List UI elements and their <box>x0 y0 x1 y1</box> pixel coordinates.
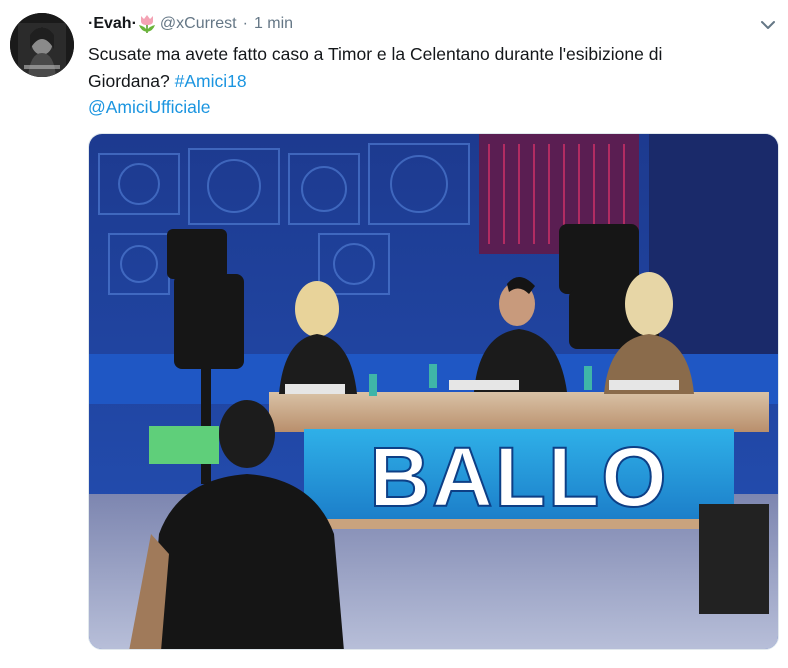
tweet-media-photo[interactable]: BALLO <box>88 133 779 650</box>
user-handle[interactable]: @xCurrest <box>160 15 237 33</box>
mention-line: @AmiciUfficiale <box>88 95 210 119</box>
tulip-icon <box>138 14 156 34</box>
tweet-text: Scusate ma avete fatto caso a Timor e la… <box>88 41 748 95</box>
tv-studio-photo: BALLO <box>89 134 778 649</box>
header-separator: · <box>242 15 248 32</box>
chevron-down-icon[interactable] <box>756 14 780 36</box>
tweet-timestamp[interactable]: 1 min <box>254 15 293 33</box>
avatar[interactable] <box>10 13 74 77</box>
display-name[interactable]: ·Evah· <box>88 15 137 33</box>
avatar-image <box>10 13 74 77</box>
desk-sign-text: BALLO <box>369 430 668 524</box>
hashtag-link[interactable]: #Amici18 <box>175 71 247 91</box>
mention-link[interactable]: @AmiciUfficiale <box>88 97 210 117</box>
tweet-header: ·Evah· @xCurrest · 1 min <box>88 13 293 35</box>
